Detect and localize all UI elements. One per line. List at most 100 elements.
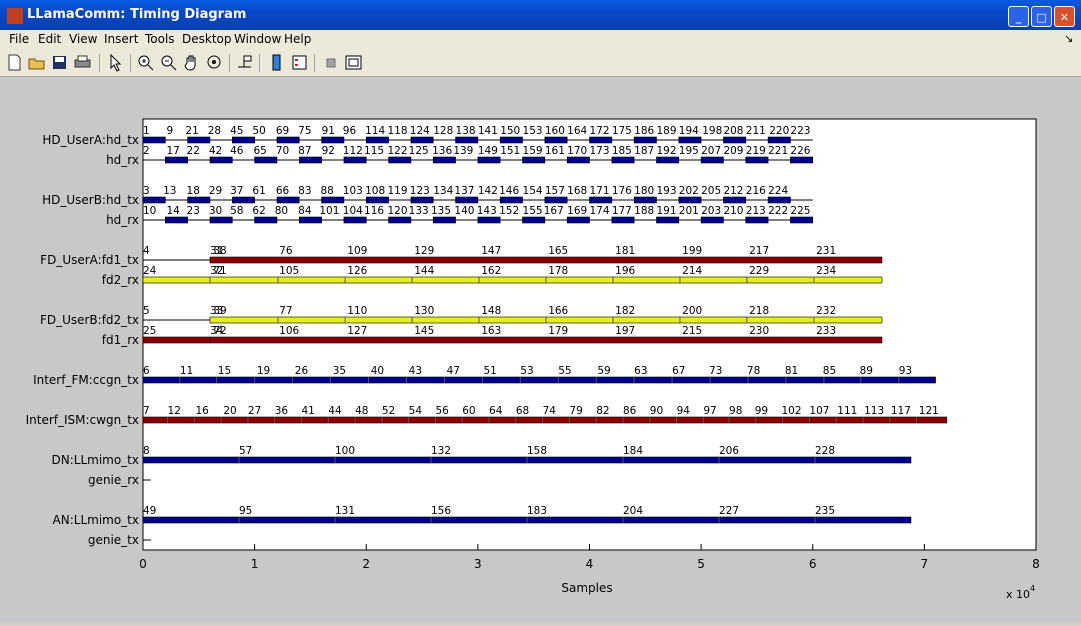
packet-id-label: 15 xyxy=(218,365,231,377)
packet-id-label: 64 xyxy=(489,405,503,417)
packet-id-label: 214 xyxy=(682,265,702,277)
packet-id-label: 213 xyxy=(746,205,766,217)
x-tick-label: 4 xyxy=(586,557,594,571)
close-button[interactable]: ✕ xyxy=(1054,6,1075,27)
packet-id-label: 69 xyxy=(276,125,289,137)
burst-bar xyxy=(276,136,300,144)
burst-bar xyxy=(790,156,814,164)
print-icon[interactable] xyxy=(73,53,92,72)
packet-id-label: 65 xyxy=(254,145,267,157)
packet-id-label: 9 xyxy=(166,125,173,137)
pointer-icon[interactable] xyxy=(106,53,125,72)
maximize-button[interactable]: □ xyxy=(1031,6,1052,27)
packet-id-label: 76 xyxy=(279,245,293,257)
packet-id-label: 142 xyxy=(478,185,498,197)
packet-id-label: 158 xyxy=(527,445,547,457)
packet-id-label: 17 xyxy=(166,145,179,157)
menu-insert[interactable]: Insert xyxy=(104,32,138,46)
burst-bar xyxy=(343,156,367,164)
packet-id-label: 104 xyxy=(343,205,363,217)
packet-id-label: 100 xyxy=(335,445,355,457)
burst-bar xyxy=(611,156,635,164)
packet-id-label: 221 xyxy=(768,145,788,157)
packet-id-label: 84 xyxy=(298,205,312,217)
burst-bar xyxy=(298,216,322,224)
burst-bar xyxy=(187,136,211,144)
packet-id-label: 75 xyxy=(298,125,311,137)
burst-bar xyxy=(142,136,166,144)
menu-window[interactable]: Window xyxy=(234,32,281,46)
colorbar-icon[interactable] xyxy=(267,53,286,72)
packet-id-label: 35 xyxy=(333,365,346,377)
burst-bar xyxy=(187,196,211,204)
burst-bar xyxy=(410,196,434,204)
menu-bar: File Edit View Insert Tools Desktop Wind… xyxy=(0,30,1081,50)
packet-id-label: 83 xyxy=(298,185,311,197)
open-folder-icon[interactable] xyxy=(27,53,46,72)
packet-id-label: 137 xyxy=(454,185,474,197)
figure-area: 012345678 HD_UserA:hd_tx 1 9 21 28 45 50 69 75 91… xyxy=(0,77,1081,622)
show-plot-tools-icon[interactable] xyxy=(344,53,363,72)
packet-id-label: 140 xyxy=(454,205,474,217)
burst-bar xyxy=(477,216,501,224)
packet-id-label: 46 xyxy=(230,145,244,157)
packet-id-label: 63 xyxy=(634,365,647,377)
menu-dock-arrow-icon[interactable]: ↘ xyxy=(1064,32,1073,45)
packet-id-label: 146 xyxy=(499,185,519,197)
packet-id-label: 148 xyxy=(481,305,501,317)
signal-label: genie_tx xyxy=(88,533,139,547)
burst-bar xyxy=(209,156,233,164)
save-icon[interactable] xyxy=(50,53,69,72)
burst-bar xyxy=(455,136,479,144)
packet-id-label: 52 xyxy=(382,405,395,417)
packet-id-label: 168 xyxy=(567,185,587,197)
packet-id-label: 225 xyxy=(790,205,810,217)
packet-id-label: 121 xyxy=(919,405,939,417)
signal-label: fd1_rx xyxy=(102,333,139,347)
packet-id-label: 216 xyxy=(746,185,766,197)
packet-id-label: 36 xyxy=(275,405,289,417)
packet-id-label: 135 xyxy=(431,205,451,217)
pan-hand-icon[interactable] xyxy=(182,53,201,72)
new-file-icon[interactable] xyxy=(5,53,24,72)
packet-id-label: 131 xyxy=(335,505,355,517)
packet-id-label: 132 xyxy=(431,445,451,457)
packet-id-label: 208 xyxy=(723,125,743,137)
packet-id-label: 217 xyxy=(749,245,769,257)
packet-id-label: 4 xyxy=(143,245,150,257)
packet-id-label: 85 xyxy=(823,365,836,377)
packet-id-label: 127 xyxy=(347,325,367,337)
packet-id-label: 173 xyxy=(590,145,610,157)
packet-id-label: 97 xyxy=(703,405,716,417)
packet-id-label: 93 xyxy=(899,365,912,377)
packet-id-label: 202 xyxy=(679,185,699,197)
hide-plot-tools-icon[interactable] xyxy=(321,53,340,72)
packet-id-label: 12 xyxy=(168,405,181,417)
zoom-out-icon[interactable] xyxy=(159,53,178,72)
packet-id-label: 116 xyxy=(364,205,384,217)
zoom-in-icon[interactable] xyxy=(136,53,155,72)
menu-edit[interactable]: Edit xyxy=(38,32,61,46)
packet-id-label: 110 xyxy=(347,305,367,317)
packet-id-label: 180 xyxy=(634,185,654,197)
packet-id-label: 150 xyxy=(500,125,520,137)
minimize-button[interactable]: _ xyxy=(1008,6,1029,27)
data-cursor-icon[interactable] xyxy=(235,53,254,72)
packet-id-label: 42 xyxy=(209,145,222,157)
packet-id-label: 70 xyxy=(276,145,289,157)
packet-id-label: 164 xyxy=(567,125,587,137)
packet-id-label: 119 xyxy=(387,185,407,197)
rotate-3d-icon[interactable] xyxy=(205,53,224,72)
menu-help[interactable]: Help xyxy=(284,32,311,46)
x-axis-label: Samples xyxy=(561,581,612,595)
burst-bar xyxy=(321,136,345,144)
legend-icon[interactable] xyxy=(290,53,309,72)
burst-bar xyxy=(656,216,680,224)
menu-view[interactable]: View xyxy=(69,32,97,46)
packet-id-label: 154 xyxy=(523,185,543,197)
menu-tools[interactable]: Tools xyxy=(145,32,175,46)
packet-id-label: 1 xyxy=(143,125,150,137)
menu-file[interactable]: File xyxy=(9,32,29,46)
timing-diagram-plot[interactable]: 012345678 HD_UserA:hd_tx1 9 21 28 45 50 69 75 91… xyxy=(0,77,1081,622)
menu-desktop[interactable]: Desktop xyxy=(182,32,232,46)
